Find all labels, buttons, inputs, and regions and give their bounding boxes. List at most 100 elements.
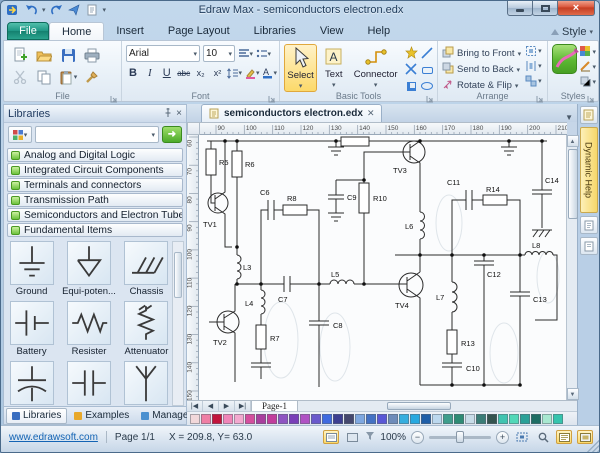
symbol-antenna[interactable] [123, 361, 170, 405]
new-document-button[interactable] [9, 45, 31, 65]
color-swatch[interactable] [377, 414, 387, 424]
symbol-battery[interactable]: Battery [8, 301, 55, 357]
library-category[interactable]: Transmission Path [7, 193, 183, 207]
canvas-horizontal-scrollbar[interactable] [298, 401, 577, 411]
close-button[interactable]: × [557, 1, 595, 16]
scroll-down-icon[interactable]: ▼ [567, 388, 579, 400]
pen-tool-icon[interactable] [405, 63, 417, 78]
pin-icon[interactable] [164, 108, 172, 120]
color-swatch[interactable] [300, 414, 310, 424]
resize-grip[interactable] [587, 440, 599, 452]
bold-button[interactable]: B [126, 65, 140, 81]
format-painter-button[interactable] [81, 67, 103, 87]
library-category[interactable]: Terminals and connectors [7, 178, 183, 192]
color-swatch[interactable] [355, 414, 365, 424]
scroll-up-icon[interactable]: ▲ [567, 135, 579, 147]
document-tab[interactable]: semiconductors electron.edx ✕ [201, 104, 382, 122]
color-swatch[interactable] [487, 414, 497, 424]
style-button[interactable]: Style▾ [551, 24, 593, 40]
select-tool-button[interactable]: Select▾ [284, 44, 317, 92]
color-swatch[interactable] [344, 414, 354, 424]
bullets-button[interactable]: ▾ [256, 46, 271, 62]
rectangle-tool-icon[interactable] [422, 67, 433, 74]
line-style-button[interactable]: ▾ [580, 60, 596, 73]
connector-tool-button[interactable]: Connector▾ [350, 44, 401, 92]
color-swatch[interactable] [388, 414, 398, 424]
italic-button[interactable]: I [143, 65, 157, 81]
maximize-button[interactable] [532, 1, 558, 16]
color-swatch[interactable] [465, 414, 475, 424]
zoom-out-button[interactable]: − [411, 431, 424, 444]
panel-page-icon-2[interactable] [580, 237, 598, 255]
color-swatch[interactable] [509, 414, 519, 424]
normal-view-button[interactable] [323, 430, 339, 444]
ribbon-tab-home[interactable]: Home [49, 22, 104, 40]
color-swatch[interactable] [498, 414, 508, 424]
zoom-slider[interactable] [429, 436, 491, 439]
distribute-shapes-button[interactable]: ▾ [525, 59, 542, 72]
line-tool-icon[interactable] [421, 47, 433, 62]
cut-button[interactable] [9, 67, 31, 87]
theme-styles-button[interactable] [552, 44, 577, 74]
font-size-select[interactable]: 10▾ [203, 45, 235, 62]
polygon-tool-icon[interactable] [405, 46, 418, 62]
font-color-button[interactable]: A▾ [262, 65, 277, 81]
symbol-chassis[interactable]: Chassis [123, 241, 170, 297]
font-dialog-launcher[interactable] [268, 91, 277, 100]
panel-tab-examples[interactable]: Examples [69, 408, 134, 424]
subscript-button[interactable]: x₂ [194, 65, 208, 81]
superscript-button[interactable]: x² [211, 65, 225, 81]
zoom-in-button[interactable]: + [496, 431, 509, 444]
ribbon-tab-view[interactable]: View [308, 22, 356, 40]
strikethrough-button[interactable]: abc [177, 65, 191, 81]
color-swatch[interactable] [476, 414, 486, 424]
color-swatch[interactable] [443, 414, 453, 424]
help-page-icon[interactable] [580, 106, 598, 124]
panel-page-icon-1[interactable] [580, 216, 598, 234]
save-button[interactable] [57, 45, 79, 65]
color-swatch[interactable] [267, 414, 277, 424]
color-swatch[interactable] [234, 414, 244, 424]
print-button[interactable] [81, 45, 103, 65]
ribbon-tab-page-layout[interactable]: Page Layout [156, 22, 242, 40]
last-page-button[interactable]: ▶| [235, 401, 251, 411]
symbol-attenuator[interactable]: Attenuator [123, 301, 170, 357]
minimize-button[interactable] [507, 1, 533, 16]
shadow-style-button[interactable]: ▾ [580, 75, 596, 88]
ribbon-tab-help[interactable]: Help [355, 22, 402, 40]
highlight-button[interactable]: ▾ [245, 65, 260, 81]
color-swatch[interactable] [421, 414, 431, 424]
line-spacing-button[interactable]: ▾ [227, 65, 242, 81]
symbol-ground[interactable]: Ground [8, 241, 55, 297]
color-swatch[interactable] [432, 414, 442, 424]
color-swatch[interactable] [322, 414, 332, 424]
library-category[interactable]: Semiconductors and Electron Tubes [7, 208, 183, 222]
color-swatch[interactable] [311, 414, 321, 424]
crop-tool-icon[interactable] [407, 82, 416, 91]
color-swatch[interactable] [410, 414, 420, 424]
ribbon-tab-insert[interactable]: Insert [104, 22, 156, 40]
magnifier-button[interactable] [535, 430, 551, 444]
canvas-vertical-scrollbar[interactable]: ▲ ▼ [566, 135, 578, 400]
library-category[interactable]: Integrated Circuit Components [7, 163, 183, 177]
send-to-back-button[interactable]: Send to Back▾ [442, 62, 521, 77]
color-swatch[interactable] [245, 414, 255, 424]
font-name-select[interactable]: Arial▾ [126, 45, 200, 62]
styles-dialog-launcher[interactable] [587, 91, 596, 100]
library-category[interactable]: Fundamental Items [7, 223, 183, 237]
color-swatch[interactable] [289, 414, 299, 424]
library-search-input[interactable]: ▾ [35, 126, 159, 143]
previous-page-button[interactable]: ◀ [203, 401, 219, 411]
color-swatch[interactable] [256, 414, 266, 424]
pan-mode-button[interactable] [556, 430, 572, 444]
color-swatch[interactable] [190, 414, 200, 424]
library-scrollbar[interactable] [172, 241, 184, 406]
next-page-button[interactable]: ▶ [219, 401, 235, 411]
website-link[interactable]: www.edrawsoft.com [9, 432, 98, 443]
first-page-button[interactable]: |◀ [187, 401, 203, 411]
align-button[interactable]: ▾ [238, 46, 253, 62]
open-button[interactable] [33, 45, 55, 65]
zoom-funnel-icon[interactable] [365, 431, 375, 444]
align-shapes-button[interactable]: ▾ [525, 44, 542, 57]
symbol-capacitor2[interactable] [62, 361, 116, 405]
